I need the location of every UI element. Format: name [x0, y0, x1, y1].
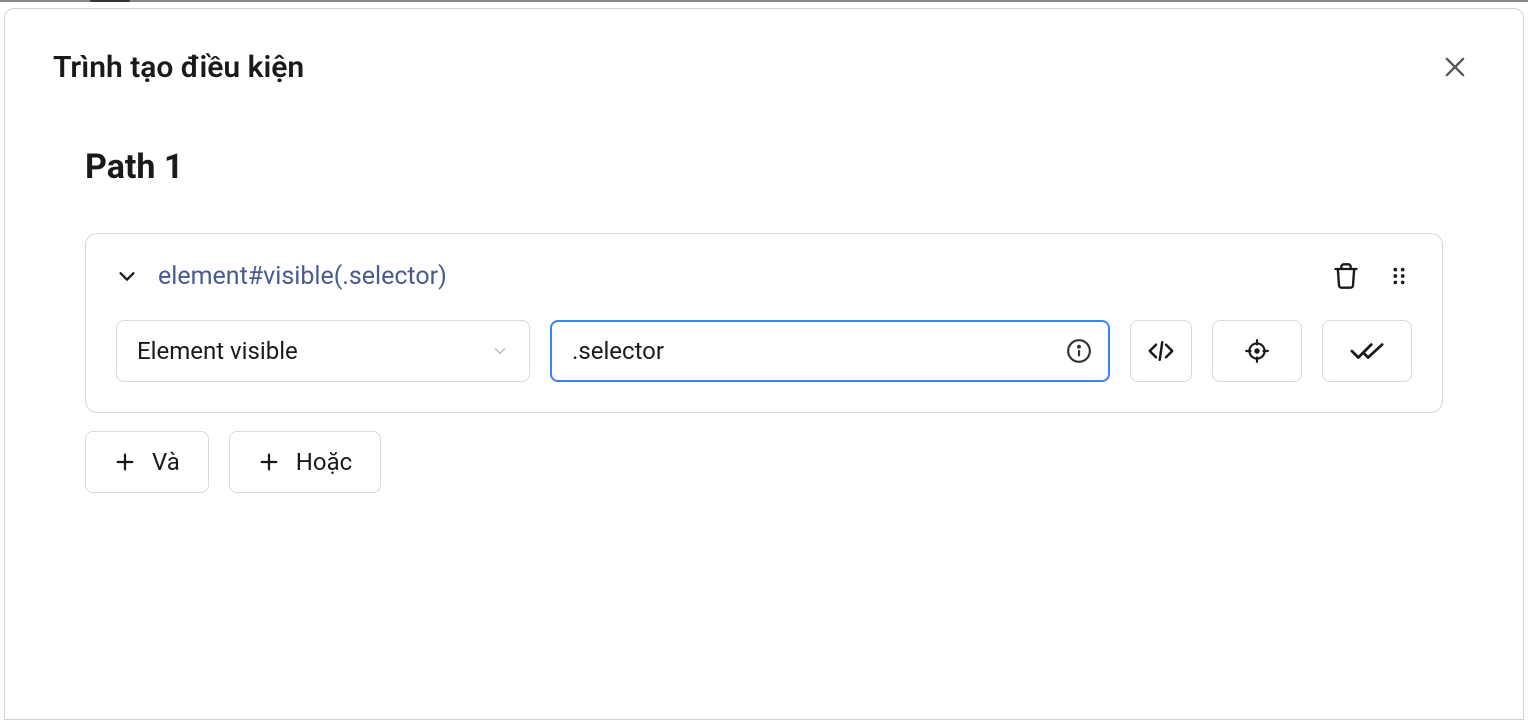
condition-header: element#visible(.selector) — [116, 260, 1412, 292]
condition-expression: element#visible(.selector) — [158, 262, 447, 291]
modal-title: Trình tạo điều kiện — [53, 50, 304, 85]
info-button[interactable] — [1066, 338, 1092, 364]
add-and-button[interactable]: Và — [85, 431, 209, 493]
drag-handle-icon — [1388, 265, 1410, 287]
collapse-toggle[interactable] — [116, 265, 138, 287]
modal-content: Path 1 element#visible(.selector) — [5, 87, 1523, 493]
code-button[interactable] — [1130, 320, 1192, 382]
drag-handle[interactable] — [1386, 263, 1412, 289]
plus-icon — [114, 451, 136, 473]
modal-header: Trình tạo điều kiện — [5, 9, 1523, 87]
target-picker-button[interactable] — [1212, 320, 1302, 382]
close-button[interactable] — [1435, 47, 1475, 87]
path-title: Path 1 — [85, 147, 1443, 187]
add-or-button[interactable]: Hoặc — [229, 431, 381, 493]
condition-header-left: element#visible(.selector) — [116, 262, 447, 291]
selector-input-wrapper — [550, 320, 1110, 382]
condition-card: element#visible(.selector) — [85, 233, 1443, 413]
selector-input[interactable] — [572, 337, 1066, 365]
condition-builder-modal: Trình tạo điều kiện Path 1 element#visib… — [4, 8, 1524, 720]
add-condition-buttons: Và Hoặc — [85, 431, 1443, 493]
close-icon — [1441, 53, 1469, 81]
condition-type-label: Element visible — [137, 337, 491, 365]
add-or-label: Hoặc — [296, 448, 352, 476]
crosshair-icon — [1238, 338, 1276, 364]
code-icon — [1146, 336, 1176, 366]
select-caret — [491, 342, 509, 360]
condition-type-select[interactable]: Element visible — [116, 320, 530, 382]
delete-condition-button[interactable] — [1330, 260, 1362, 292]
trash-icon — [1332, 262, 1360, 290]
chevron-down-icon — [491, 342, 509, 360]
double-check-icon — [1348, 338, 1386, 364]
chevron-down-icon — [116, 265, 138, 287]
condition-header-right — [1330, 260, 1412, 292]
plus-icon — [258, 451, 280, 473]
verify-button[interactable] — [1322, 320, 1412, 382]
add-and-label: Và — [152, 448, 180, 476]
condition-row: Element visible — [116, 320, 1412, 382]
info-icon — [1066, 338, 1092, 364]
